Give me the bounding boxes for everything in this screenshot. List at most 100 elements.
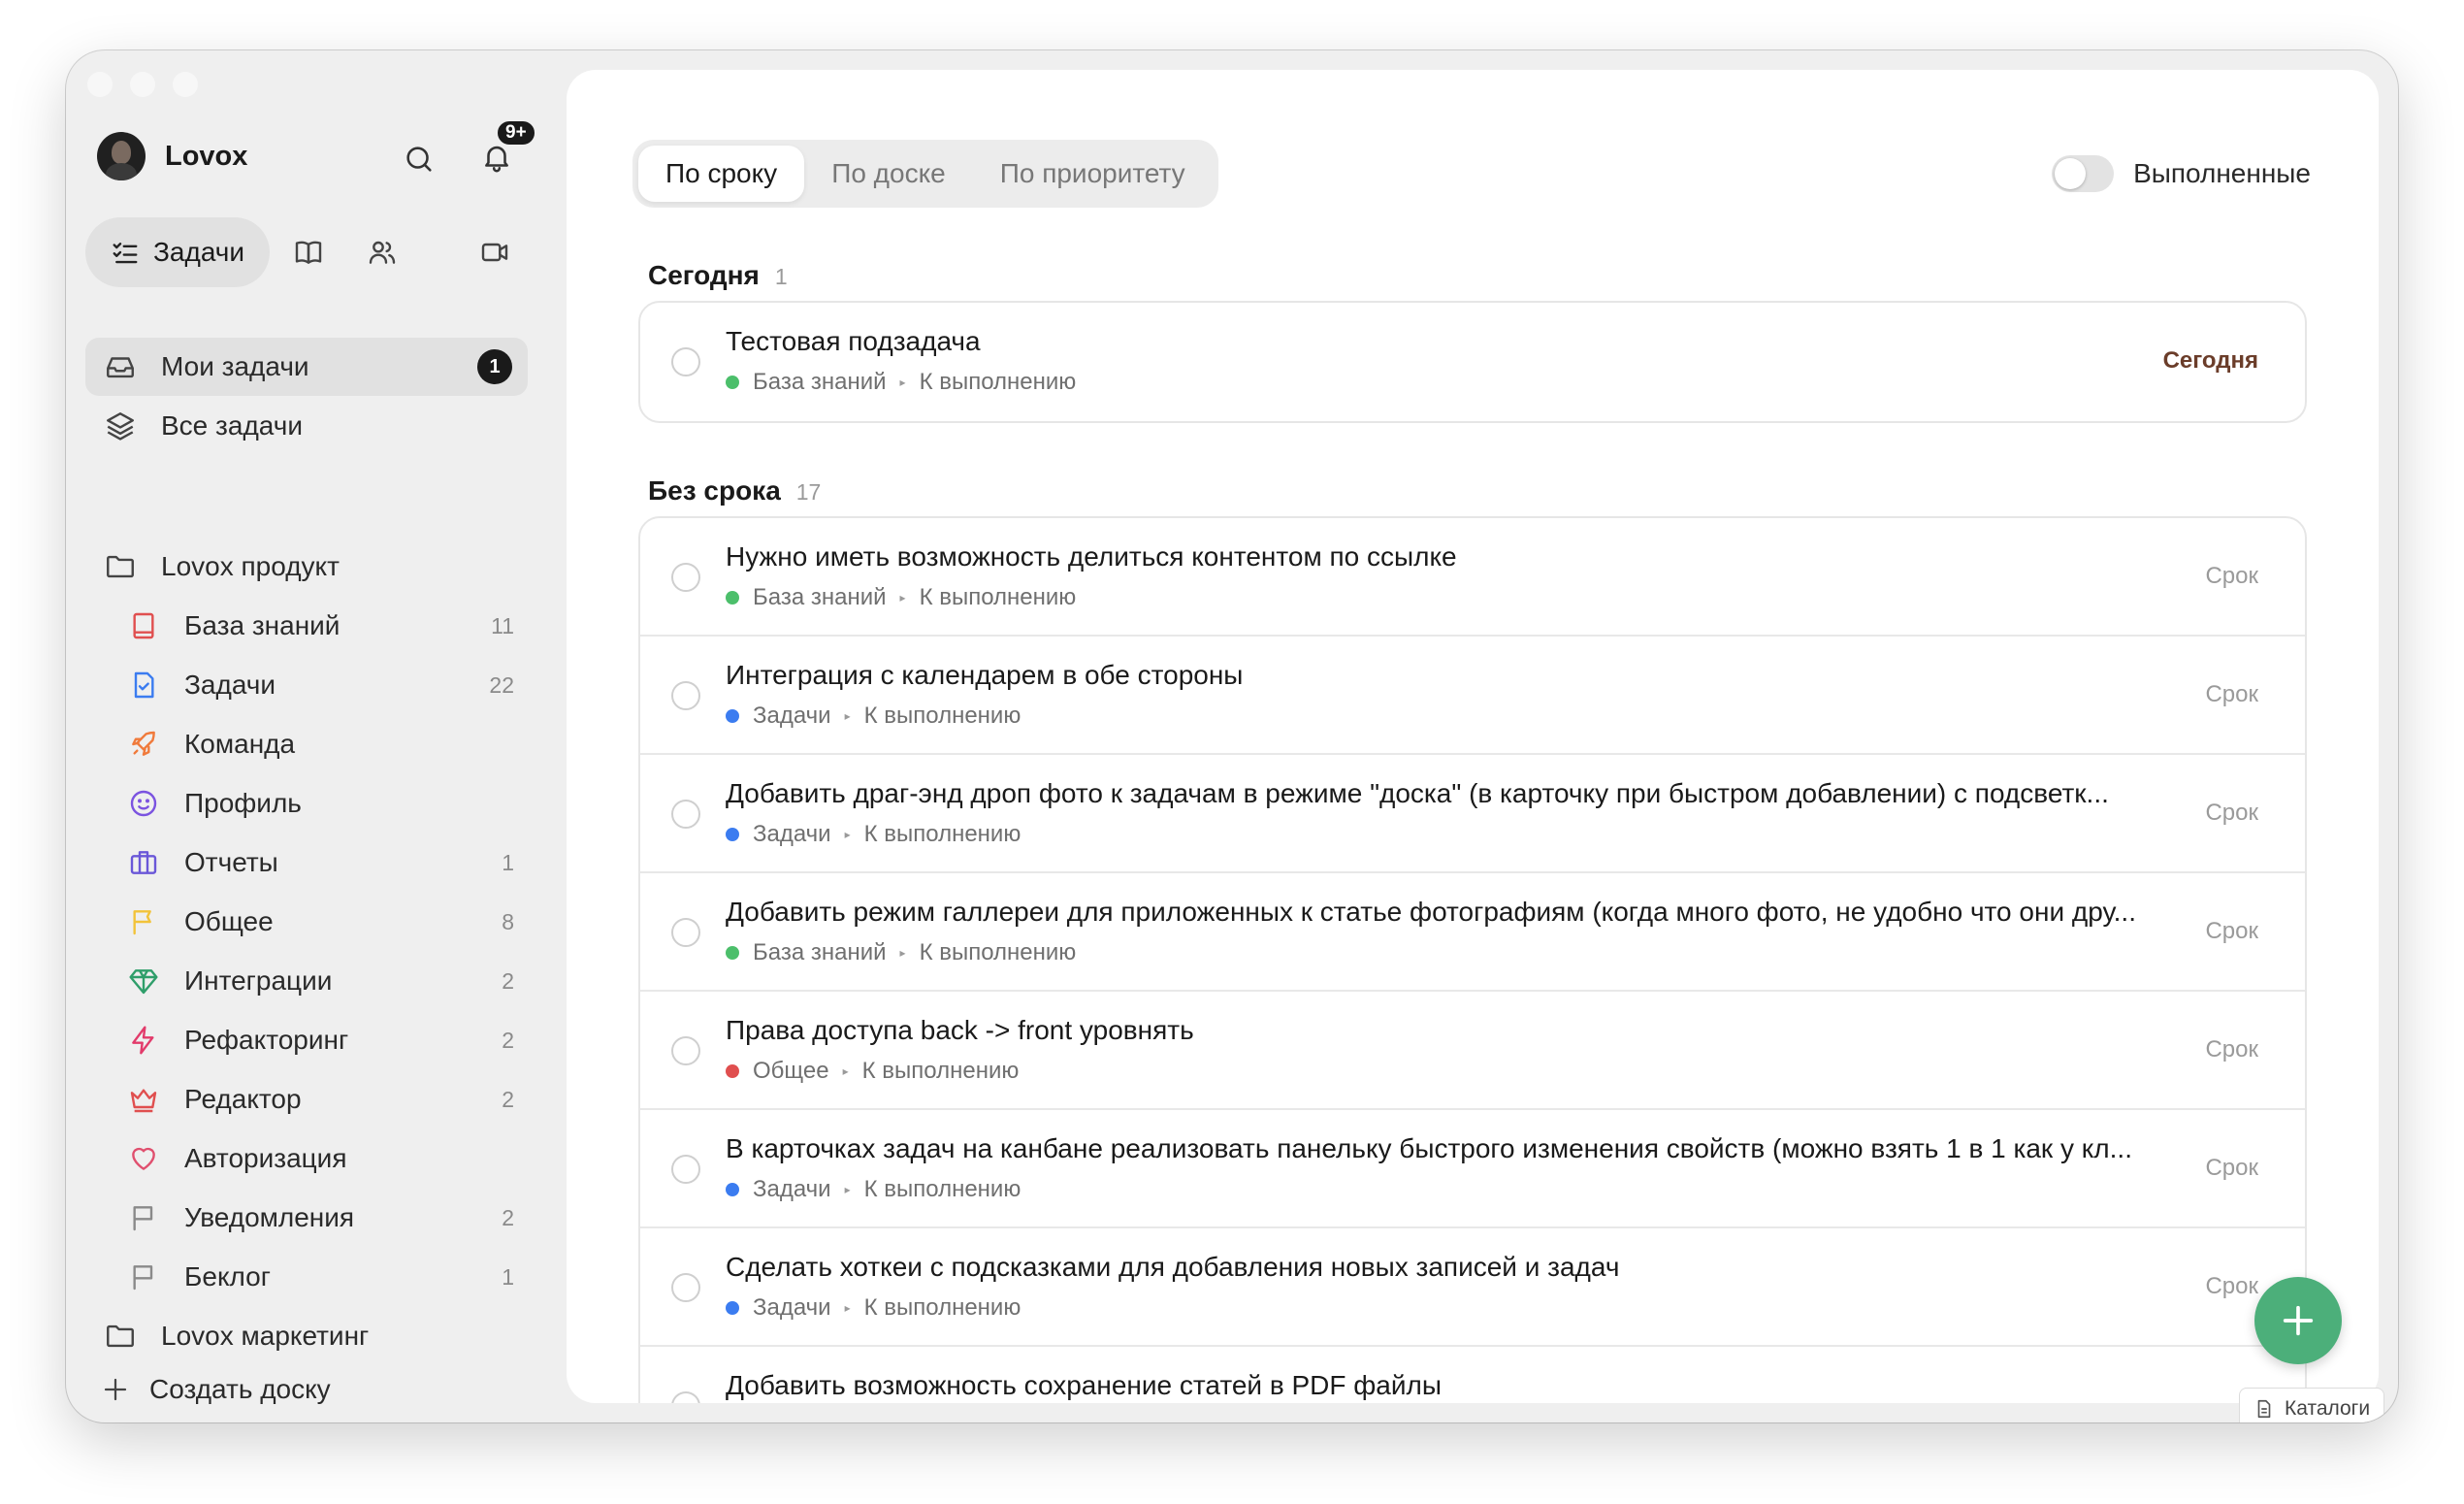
nav-all-tasks[interactable]: Все задачи [85,397,528,455]
board-editor[interactable]: Редактор 2 [85,1070,528,1128]
task-title: Интеграция с календарем в обе стороны [726,660,1244,690]
board-general[interactable]: Общее 8 [85,893,528,951]
nav-my-tasks[interactable]: Мои задачи 1 [85,338,528,396]
board-label: Редактор [184,1084,302,1114]
task-due-button[interactable]: Срок [2205,1036,2258,1063]
table-row[interactable]: Интеграция с календарем в обе стороны За… [640,637,2305,755]
completed-toggle-group: Выполненные [2052,155,2311,192]
board-notifications[interactable]: Уведомления 2 [85,1189,528,1247]
main-panel: По сроку По доске По приоритету Выполнен… [567,70,2379,1403]
board-profile[interactable]: Профиль [85,774,528,833]
task-complete-checkbox[interactable] [671,918,700,947]
task-complete-checkbox[interactable] [671,347,700,376]
task-complete-checkbox[interactable] [671,681,700,710]
board-refactoring[interactable]: Рефакторинг 2 [85,1011,528,1069]
workspace-profile[interactable]: Lovox [97,132,247,180]
board-count: 1 [502,1263,514,1290]
notifications-badge: 9+ [495,118,537,147]
task-title: Добавить режим галлереи для приложенных … [726,897,2136,927]
board-color-dot [726,828,739,841]
flag-gray-icon [124,1202,163,1233]
section-no-due-count: 17 [795,479,822,505]
task-board: База знаний [753,939,887,965]
board-label: База знаний [184,610,340,640]
task-meta: Общее ▸ К выполнению [726,1058,1019,1085]
tab-by-board[interactable]: По доске [804,146,973,202]
briefcase-icon [124,847,163,878]
my-tasks-count-badge: 1 [477,349,512,384]
task-meta: Задачи ▸ К выполнению [726,1294,1021,1322]
nav-my-tasks-label: Мои задачи [161,351,309,381]
folder-lovox-product[interactable]: Lovox продукт [85,538,528,596]
catalogs-button[interactable]: Каталоги [2239,1388,2385,1422]
board-knowledge-base[interactable]: База знаний 11 [85,597,528,655]
mode-meetings-button[interactable] [471,229,518,276]
table-row[interactable]: Добавить режим галлереи для приложенных … [640,873,2305,992]
board-authorization[interactable]: Авторизация [85,1129,528,1188]
task-complete-checkbox[interactable] [671,1273,700,1302]
task-due-button[interactable]: Срок [2205,800,2258,827]
board-tasks[interactable]: Задачи 22 [85,656,528,714]
tab-by-priority[interactable]: По приоритету [973,146,1213,202]
tab-by-due[interactable]: По сроку [638,146,805,202]
table-row[interactable]: Права доступа back -> front уровнять Общ… [640,992,2305,1110]
search-button[interactable] [396,136,442,182]
task-board: Задачи [753,1176,831,1202]
mode-tasks-button[interactable]: Задачи [85,217,271,287]
table-row[interactable]: Добавить драг-энд дроп фото к задачам в … [640,755,2305,873]
task-complete-checkbox[interactable] [671,1036,700,1065]
task-due-button[interactable]: Срок [2205,563,2258,590]
avatar [97,132,146,180]
video-camera-icon [481,243,508,262]
book-icon [295,241,322,264]
task-complete-checkbox[interactable] [671,1391,700,1403]
task-meta: Задачи ▸ К выполнению [726,821,1021,848]
task-due-button[interactable]: Срок [2205,1155,2258,1182]
app-window: Lovox 9+ Задачи Мои задачи 1 Все задачи … [66,50,2398,1422]
task-complete-checkbox[interactable] [671,1155,700,1184]
folder-icon [101,1320,140,1353]
mode-team-button[interactable] [359,229,405,276]
board-reports[interactable]: Отчеты 1 [85,834,528,892]
table-row[interactable]: Тестовая подзадача База знаний ▸ К выпол… [640,303,2305,421]
table-row[interactable]: Сделать хоткеи с подсказками для добавле… [640,1228,2305,1347]
board-color-dot [726,709,739,723]
table-row[interactable]: Добавить возможность сохранение статей в… [640,1347,2305,1403]
task-complete-checkbox[interactable] [671,563,700,592]
mode-tasks-label: Задачи [153,237,245,267]
board-label: Рефакторинг [184,1025,349,1055]
task-status: К выполнению [863,1176,1021,1202]
folder-lovox-marketing[interactable]: Lovox маркетинг [85,1307,528,1365]
breadcrumb-arrow-icon: ▸ [842,1064,849,1078]
breadcrumb-arrow-icon: ▸ [899,946,906,960]
board-count: 11 [491,612,514,638]
table-row[interactable]: В карточках задач на канбане реализовать… [640,1110,2305,1228]
task-due-button[interactable]: Сегодня [2163,347,2258,375]
board-color-dot [726,376,739,389]
board-team[interactable]: Команда [85,715,528,773]
board-label: Задачи [184,670,276,700]
create-board-label: Создать доску [149,1374,331,1404]
task-complete-checkbox[interactable] [671,800,700,829]
table-row[interactable]: Нужно иметь возможность делиться контент… [640,518,2305,637]
board-label: Профиль [184,788,302,818]
task-due-button[interactable]: Срок [2205,681,2258,708]
layers-icon [101,409,140,442]
add-task-button[interactable] [2254,1277,2342,1364]
task-board: Общее [753,1058,829,1084]
create-board-button[interactable]: Создать доску [101,1374,331,1405]
board-integrations[interactable]: Интеграции 2 [85,952,528,1010]
board-color-dot [726,1183,739,1196]
board-backlog[interactable]: Беклог 1 [85,1248,528,1306]
no-due-task-list: Нужно иметь возможность делиться контент… [638,516,2307,1403]
section-no-due-title: Без срока [648,475,781,506]
completed-toggle[interactable] [2052,155,2115,192]
task-due-button[interactable]: Срок [2205,1273,2258,1300]
completed-toggle-label: Выполненные [2133,158,2311,188]
board-color-dot [726,591,739,605]
task-due-button[interactable]: Срок [2205,918,2258,945]
breadcrumb-arrow-icon: ▸ [844,709,851,723]
board-color-dot [726,946,739,960]
lightning-icon [124,1025,163,1056]
mode-knowledge-button[interactable] [285,229,332,276]
